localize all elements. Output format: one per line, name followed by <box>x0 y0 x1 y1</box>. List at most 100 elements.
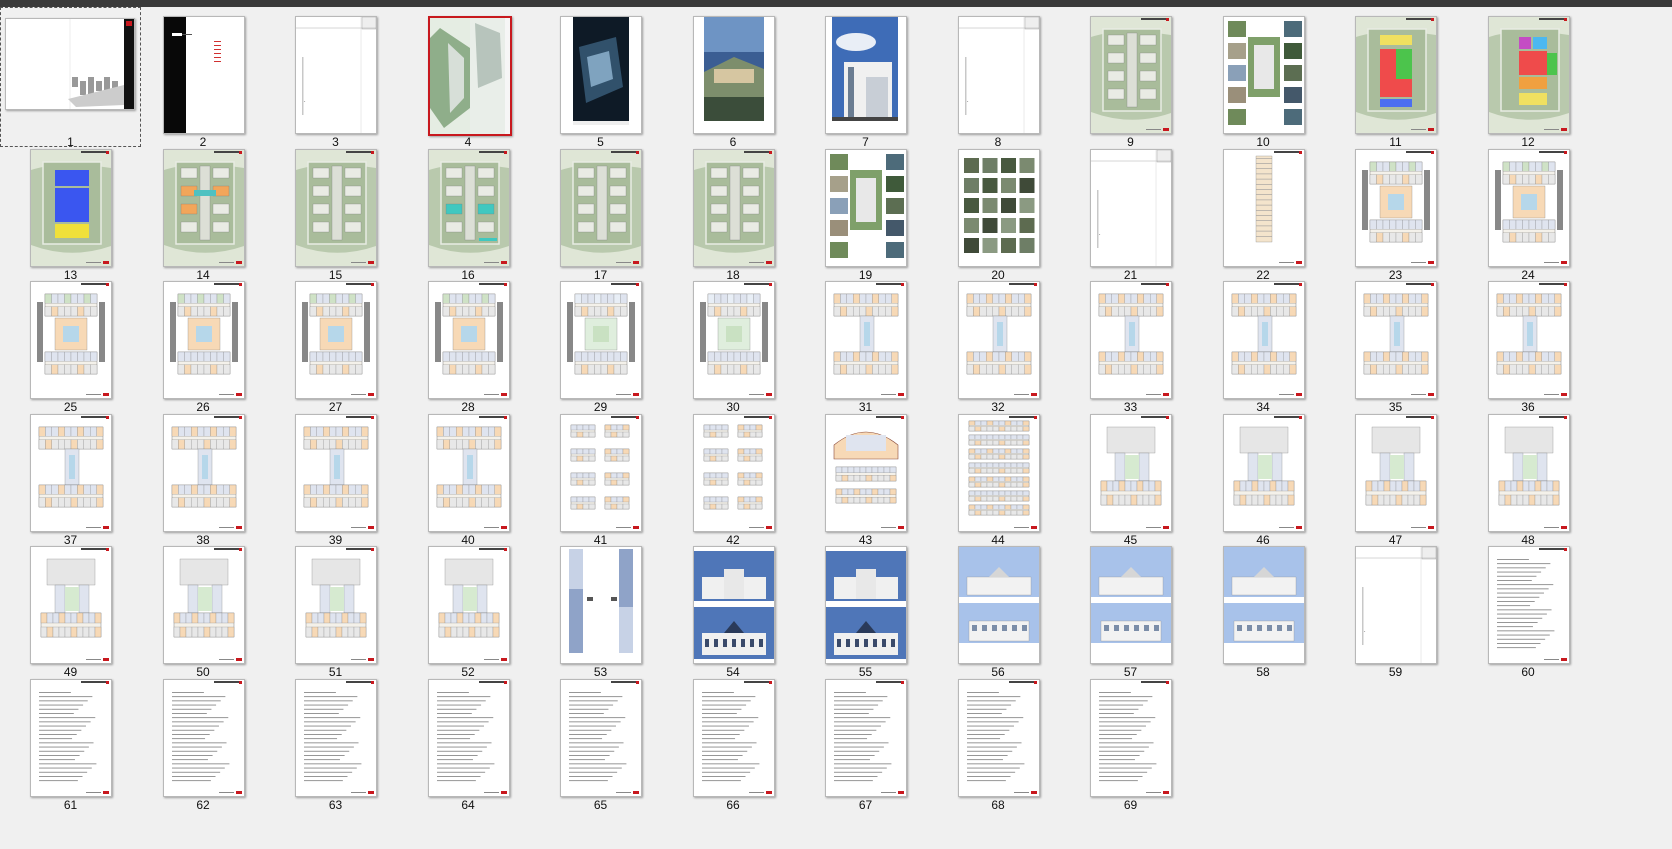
page-thumbnail[interactable]: 57 <box>1060 537 1201 679</box>
page-thumbnail[interactable]: 13 <box>0 140 141 282</box>
page-thumbnail-grid: 1 2 3 4 5 6 7 8 9 10 11 12 13 14 15 16 17 18 19 20 21 22 23 24 2… <box>0 7 1672 849</box>
page-thumbnail[interactable]: 22 <box>1193 140 1334 282</box>
page-thumbnail[interactable]: 36 <box>1458 272 1599 414</box>
page-thumbnail[interactable]: 61 <box>0 670 141 812</box>
page-thumbnail[interactable]: 16 <box>398 140 539 282</box>
page-thumbnail[interactable]: 30 <box>663 272 804 414</box>
page-thumbnail[interactable]: 1 <box>0 7 141 149</box>
page-thumbnail[interactable]: 55 <box>795 537 936 679</box>
page-thumbnail[interactable]: 50 <box>133 537 274 679</box>
page-thumbnail[interactable]: 42 <box>663 405 804 547</box>
page-preview <box>825 16 907 134</box>
page-preview <box>1222 546 1305 664</box>
page-thumbnail[interactable]: 5 <box>530 7 671 149</box>
page-preview <box>692 546 775 664</box>
page-thumbnail[interactable]: 2 <box>133 7 274 149</box>
page-thumbnail[interactable]: 48 <box>1458 405 1599 547</box>
page-thumbnail[interactable]: 40 <box>398 405 539 547</box>
page-thumbnail[interactable]: 18 <box>663 140 804 282</box>
page-thumbnail[interactable]: 32 <box>928 272 1069 414</box>
page-preview <box>162 148 245 267</box>
page-preview <box>162 546 245 664</box>
page-thumbnail[interactable]: 49 <box>0 537 141 679</box>
page-thumbnail[interactable]: 45 <box>1060 405 1201 547</box>
page-thumbnail[interactable]: 63 <box>265 670 406 812</box>
page-thumbnail[interactable]: 59 <box>1325 537 1466 679</box>
page-thumbnail[interactable]: 67 <box>795 670 936 812</box>
page-thumbnail[interactable]: 52 <box>398 537 539 679</box>
page-thumbnail[interactable]: 12 <box>1458 7 1599 149</box>
page-thumbnail[interactable]: 33 <box>1060 272 1201 414</box>
page-thumbnail[interactable]: 53 <box>530 537 671 679</box>
page-thumbnail[interactable]: 20 <box>928 140 1069 282</box>
page-thumbnail[interactable]: 47 <box>1325 405 1466 547</box>
page-thumbnail[interactable]: 27 <box>265 272 406 414</box>
page-preview <box>295 546 377 664</box>
page-thumbnail[interactable]: 66 <box>663 670 804 812</box>
page-preview <box>1487 16 1570 134</box>
page-thumbnail[interactable]: 14 <box>133 140 274 282</box>
page-preview <box>1090 281 1172 399</box>
page-thumbnail[interactable]: 23 <box>1325 140 1466 282</box>
page-preview <box>1090 546 1172 664</box>
page-thumbnail[interactable]: 7 <box>795 7 936 149</box>
page-thumbnail[interactable]: 60 <box>1458 537 1599 679</box>
page-preview <box>560 148 642 267</box>
page-preview <box>1355 413 1437 532</box>
page-preview <box>957 413 1040 532</box>
page-thumbnail[interactable]: 56 <box>928 537 1069 679</box>
page-preview <box>295 413 377 532</box>
page-thumbnail[interactable]: 64 <box>398 670 539 812</box>
page-thumbnail[interactable]: 68 <box>928 670 1069 812</box>
page-thumbnail[interactable]: 51 <box>265 537 406 679</box>
page-thumbnail[interactable]: 35 <box>1325 272 1466 414</box>
page-thumbnail[interactable]: 28 <box>398 272 539 414</box>
page-thumbnail[interactable]: 19 <box>795 140 936 282</box>
page-thumbnail[interactable]: 58 <box>1193 537 1334 679</box>
page-thumbnail[interactable]: 10 <box>1193 7 1334 149</box>
page-preview <box>560 546 642 664</box>
page-thumbnail[interactable]: 43 <box>795 405 936 547</box>
page-thumbnail[interactable]: 15 <box>265 140 406 282</box>
page-preview <box>560 678 642 797</box>
page-preview <box>1487 281 1570 399</box>
page-thumbnail[interactable]: 25 <box>0 272 141 414</box>
page-thumbnail[interactable]: 24 <box>1458 140 1599 282</box>
page-preview <box>427 678 510 797</box>
page-preview <box>30 148 112 267</box>
page-preview <box>162 281 245 399</box>
page-preview <box>560 281 642 399</box>
page-thumbnail[interactable]: 26 <box>133 272 274 414</box>
page-preview <box>692 281 775 399</box>
page-thumbnail[interactable]: 11 <box>1325 7 1466 149</box>
page-thumbnail[interactable]: 69 <box>1060 670 1201 812</box>
page-thumbnail[interactable]: 54 <box>663 537 804 679</box>
page-thumbnail[interactable]: 17 <box>530 140 671 282</box>
page-thumbnail[interactable]: 3 <box>265 7 406 149</box>
page-preview <box>692 678 775 797</box>
page-preview <box>1090 413 1172 532</box>
page-thumbnail[interactable]: 41 <box>530 405 671 547</box>
page-preview <box>162 678 245 797</box>
page-number-label: 58 <box>1256 665 1270 679</box>
page-thumbnail[interactable]: 65 <box>530 670 671 812</box>
page-preview <box>30 413 112 532</box>
page-thumbnail[interactable]: 29 <box>530 272 671 414</box>
page-preview <box>1355 148 1437 267</box>
page-thumbnail[interactable]: 21 <box>1060 140 1201 282</box>
page-thumbnail[interactable]: 8 <box>928 7 1069 149</box>
page-thumbnail[interactable]: 31 <box>795 272 936 414</box>
page-thumbnail[interactable]: 38 <box>133 405 274 547</box>
page-thumbnail[interactable]: 6 <box>663 7 804 149</box>
page-preview <box>162 16 245 134</box>
page-thumbnail[interactable]: 44 <box>928 405 1069 547</box>
page-thumbnail[interactable]: 39 <box>265 405 406 547</box>
page-preview <box>957 546 1040 664</box>
page-thumbnail[interactable]: 4 <box>398 7 539 149</box>
page-thumbnail[interactable]: 62 <box>133 670 274 812</box>
page-thumbnail[interactable]: 37 <box>0 405 141 547</box>
page-thumbnail[interactable]: 34 <box>1193 272 1334 414</box>
page-thumbnail[interactable]: 46 <box>1193 405 1334 547</box>
page-preview <box>692 413 775 532</box>
page-thumbnail[interactable]: 9 <box>1060 7 1201 149</box>
